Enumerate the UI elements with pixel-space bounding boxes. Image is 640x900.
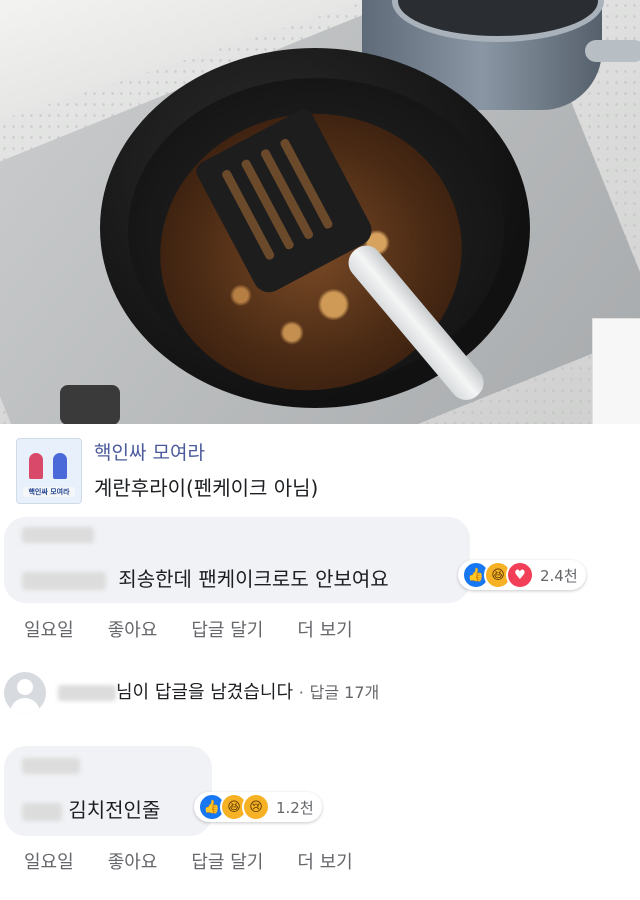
page-name[interactable]: 핵인싸 모여라 [94,438,205,465]
post-photo[interactable] [0,0,640,424]
redacted-mention [22,802,62,821]
page-avatar[interactable]: 핵인싸 모여라 [16,438,82,504]
comment-bubble: 죄송한데 팬케이크로도 안보여요 [4,517,470,603]
like-button[interactable]: 좋아요 [108,848,158,874]
reaction-count: 2.4천 [540,566,578,585]
love-icon: ♥ [506,561,534,589]
comment-actions: 일요일 좋아요 답글 달기 더 보기 [24,848,353,874]
reply-notice-text: 님이 답글을 남겼습니다 [116,682,294,703]
comment-author-redacted[interactable] [22,527,94,548]
reply-count[interactable]: 답글 17개 [310,683,380,702]
comment-text-row: 김치전인줄 [22,794,160,823]
comment-timestamp[interactable]: 일요일 [24,616,74,642]
like-button[interactable]: 좋아요 [108,616,158,642]
comment-timestamp[interactable]: 일요일 [24,848,74,874]
comment-text-row: 죄송한데 팬케이크로도 안보여요 [22,563,389,592]
avatar-figure [53,453,67,479]
reply-notice-text-row[interactable]: 님이 답글을 남겼습니다 · 답글 17개 [58,678,379,704]
reply-button[interactable]: 답글 달기 [191,616,263,642]
reaction-summary[interactable]: 👍 😆 ♥ 2.4천 [458,560,586,590]
reaction-summary[interactable]: 👍 😆 😢 1.2천 [194,792,322,822]
stove-knob [60,385,120,424]
more-button[interactable]: 더 보기 [297,848,352,874]
white-box [592,318,640,424]
redacted-mention [22,571,106,590]
redacted-name [58,685,116,701]
reply-button[interactable]: 답글 달기 [191,848,263,874]
avatar-banner: 핵인싸 모여라 [23,487,75,497]
separator-dot: · [298,683,304,702]
more-button[interactable]: 더 보기 [297,616,352,642]
comment-actions: 일요일 좋아요 답글 달기 더 보기 [24,616,353,642]
comment-text: 죄송한데 팬케이크로도 안보여요 [118,567,389,591]
reaction-count: 1.2천 [276,798,314,817]
comment-text: 김치전인줄 [68,798,161,822]
comment-author-redacted[interactable] [22,758,80,779]
post-header: 핵인싸 모여라 핵인싸 모여라 계란후라이(펜케이크 아님) [0,424,640,518]
sad-icon: 😢 [242,793,270,821]
reply-notice[interactable]: 님이 답글을 남겼습니다 · 답글 17개 [0,664,640,718]
avatar-banner-text: 핵인싸 모여라 [28,488,70,496]
default-avatar-icon [4,672,46,714]
pot-handle [585,40,640,62]
avatar-figure [29,453,43,479]
comment-bubble: 김치전인줄 [4,746,212,836]
post-text: 계란후라이(펜케이크 아님) [94,476,319,500]
spatula-slot [279,137,334,231]
